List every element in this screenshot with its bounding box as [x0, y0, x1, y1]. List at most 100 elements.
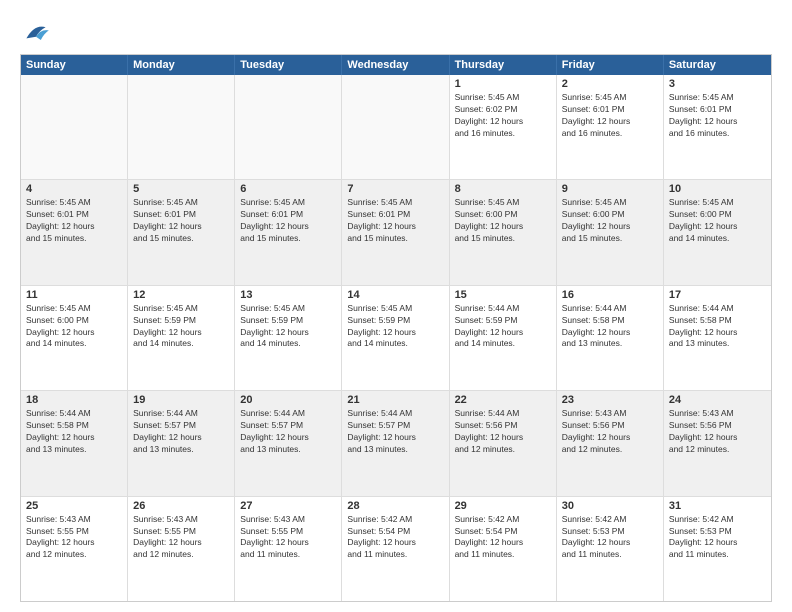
- cell-info: Sunrise: 5:43 AM Sunset: 5:56 PM Dayligh…: [669, 408, 766, 456]
- calendar-cell-r3-c3: 21 Sunrise: 5:44 AM Sunset: 5:57 PM Dayli…: [342, 391, 449, 495]
- cell-info: Sunrise: 5:44 AM Sunset: 5:58 PM Dayligh…: [562, 303, 658, 351]
- cell-info: Sunrise: 5:44 AM Sunset: 5:57 PM Dayligh…: [133, 408, 229, 456]
- cell-info: Sunrise: 5:45 AM Sunset: 6:01 PM Dayligh…: [133, 197, 229, 245]
- header-day-saturday: Saturday: [664, 55, 771, 75]
- day-number: 3: [669, 78, 766, 90]
- day-number: 7: [347, 183, 443, 195]
- calendar-cell-r2-c6: 17Sunrise: 5:44 AM Sunset: 5:58 PM Dayli…: [664, 286, 771, 390]
- cell-info: Sunrise: 5:42 AM Sunset: 5:54 PM Dayligh…: [455, 514, 551, 562]
- cell-info: Sunrise: 5:44 AM Sunset: 5:56 PM Dayligh…: [455, 408, 551, 456]
- calendar-cell-r1-c2: 6 Sunrise: 5:45 AM Sunset: 6:01 PM Daylig…: [235, 180, 342, 284]
- calendar-cell-r4-c3: 28 Sunrise: 5:42 AM Sunset: 5:54 PM Dayli…: [342, 497, 449, 601]
- day-number: 13: [240, 289, 336, 301]
- day-number: 20: [240, 394, 336, 406]
- cell-info: Sunrise: 5:45 AM Sunset: 5:59 PM Dayligh…: [347, 303, 443, 351]
- cell-info: Sunrise: 5:43 AM Sunset: 5:55 PM Dayligh…: [133, 514, 229, 562]
- calendar-cell-r2-c5: 16 Sunrise: 5:44 AM Sunset: 5:58 PM Dayli…: [557, 286, 664, 390]
- cell-info: Sunrise: 5:45 AM Sunset: 6:00 PM Dayligh…: [669, 197, 766, 245]
- calendar-cell-r0-c1: [128, 75, 235, 179]
- calendar-cell-r1-c4: 8 Sunrise: 5:45 AM Sunset: 6:00 PM Daylig…: [450, 180, 557, 284]
- day-number: 16: [562, 289, 658, 301]
- day-number: 29: [455, 500, 551, 512]
- calendar-body: 1 Sunrise: 5:45 AM Sunset: 6:02 PM Daylig…: [21, 75, 771, 601]
- calendar-row-0: 1 Sunrise: 5:45 AM Sunset: 6:02 PM Daylig…: [21, 75, 771, 180]
- calendar-row-4: 25Sunrise: 5:43 AM Sunset: 5:55 PM Dayli…: [21, 497, 771, 601]
- calendar: SundayMondayTuesdayWednesdayThursdayFrid…: [20, 54, 772, 602]
- header-day-thursday: Thursday: [450, 55, 557, 75]
- cell-info: Sunrise: 5:44 AM Sunset: 5:58 PM Dayligh…: [669, 303, 766, 351]
- day-number: 12: [133, 289, 229, 301]
- header: [20, 16, 772, 48]
- calendar-cell-r2-c4: 15Sunrise: 5:44 AM Sunset: 5:59 PM Dayli…: [450, 286, 557, 390]
- calendar-cell-r2-c0: 11 Sunrise: 5:45 AM Sunset: 6:00 PM Dayli…: [21, 286, 128, 390]
- cell-info: Sunrise: 5:45 AM Sunset: 6:01 PM Dayligh…: [240, 197, 336, 245]
- day-number: 4: [26, 183, 122, 195]
- calendar-cell-r2-c2: 13 Sunrise: 5:45 AM Sunset: 5:59 PM Dayli…: [235, 286, 342, 390]
- cell-info: Sunrise: 5:42 AM Sunset: 5:53 PM Dayligh…: [669, 514, 766, 562]
- day-number: 22: [455, 394, 551, 406]
- calendar-cell-r1-c5: 9 Sunrise: 5:45 AM Sunset: 6:00 PM Daylig…: [557, 180, 664, 284]
- calendar-cell-r4-c1: 26 Sunrise: 5:43 AM Sunset: 5:55 PM Dayli…: [128, 497, 235, 601]
- calendar-cell-r3-c2: 20 Sunrise: 5:44 AM Sunset: 5:57 PM Dayli…: [235, 391, 342, 495]
- calendar-cell-r3-c5: 23 Sunrise: 5:43 AM Sunset: 5:56 PM Dayli…: [557, 391, 664, 495]
- calendar-cell-r3-c4: 22 Sunrise: 5:44 AM Sunset: 5:56 PM Dayli…: [450, 391, 557, 495]
- day-number: 9: [562, 183, 658, 195]
- calendar-cell-r4-c5: 30 Sunrise: 5:42 AM Sunset: 5:53 PM Dayli…: [557, 497, 664, 601]
- calendar-cell-r3-c0: 18Sunrise: 5:44 AM Sunset: 5:58 PM Dayli…: [21, 391, 128, 495]
- cell-info: Sunrise: 5:43 AM Sunset: 5:56 PM Dayligh…: [562, 408, 658, 456]
- header-day-friday: Friday: [557, 55, 664, 75]
- header-day-monday: Monday: [128, 55, 235, 75]
- header-day-tuesday: Tuesday: [235, 55, 342, 75]
- day-number: 27: [240, 500, 336, 512]
- day-number: 30: [562, 500, 658, 512]
- day-number: 11: [26, 289, 122, 301]
- day-number: 18: [26, 394, 122, 406]
- calendar-cell-r0-c3: [342, 75, 449, 179]
- calendar-cell-r0-c2: [235, 75, 342, 179]
- day-number: 10: [669, 183, 766, 195]
- calendar-cell-r1-c3: 7 Sunrise: 5:45 AM Sunset: 6:01 PM Daylig…: [342, 180, 449, 284]
- calendar-row-1: 4 Sunrise: 5:45 AM Sunset: 6:01 PM Daylig…: [21, 180, 771, 285]
- calendar-cell-r2-c3: 14Sunrise: 5:45 AM Sunset: 5:59 PM Dayli…: [342, 286, 449, 390]
- calendar-cell-r0-c5: 2Sunrise: 5:45 AM Sunset: 6:01 PM Daylig…: [557, 75, 664, 179]
- cell-info: Sunrise: 5:45 AM Sunset: 6:00 PM Dayligh…: [26, 303, 122, 351]
- day-number: 23: [562, 394, 658, 406]
- calendar-cell-r4-c6: 31Sunrise: 5:42 AM Sunset: 5:53 PM Dayli…: [664, 497, 771, 601]
- cell-info: Sunrise: 5:45 AM Sunset: 6:02 PM Dayligh…: [455, 92, 551, 140]
- logo: [20, 16, 56, 48]
- day-number: 8: [455, 183, 551, 195]
- calendar-cell-r1-c6: 10 Sunrise: 5:45 AM Sunset: 6:00 PM Dayli…: [664, 180, 771, 284]
- cell-info: Sunrise: 5:45 AM Sunset: 6:00 PM Dayligh…: [562, 197, 658, 245]
- day-number: 19: [133, 394, 229, 406]
- day-number: 28: [347, 500, 443, 512]
- cell-info: Sunrise: 5:44 AM Sunset: 5:57 PM Dayligh…: [347, 408, 443, 456]
- calendar-row-3: 18Sunrise: 5:44 AM Sunset: 5:58 PM Dayli…: [21, 391, 771, 496]
- cell-info: Sunrise: 5:44 AM Sunset: 5:57 PM Dayligh…: [240, 408, 336, 456]
- day-number: 6: [240, 183, 336, 195]
- calendar-cell-r0-c0: [21, 75, 128, 179]
- cell-info: Sunrise: 5:45 AM Sunset: 6:01 PM Dayligh…: [26, 197, 122, 245]
- calendar-cell-r0-c6: 3 Sunrise: 5:45 AM Sunset: 6:01 PM Daylig…: [664, 75, 771, 179]
- cell-info: Sunrise: 5:45 AM Sunset: 5:59 PM Dayligh…: [240, 303, 336, 351]
- calendar-cell-r3-c6: 24 Sunrise: 5:43 AM Sunset: 5:56 PM Dayli…: [664, 391, 771, 495]
- cell-info: Sunrise: 5:42 AM Sunset: 5:54 PM Dayligh…: [347, 514, 443, 562]
- header-day-wednesday: Wednesday: [342, 55, 449, 75]
- cell-info: Sunrise: 5:42 AM Sunset: 5:53 PM Dayligh…: [562, 514, 658, 562]
- calendar-cell-r2-c1: 12 Sunrise: 5:45 AM Sunset: 5:59 PM Dayli…: [128, 286, 235, 390]
- cell-info: Sunrise: 5:43 AM Sunset: 5:55 PM Dayligh…: [26, 514, 122, 562]
- calendar-cell-r3-c1: 19 Sunrise: 5:44 AM Sunset: 5:57 PM Dayli…: [128, 391, 235, 495]
- cell-info: Sunrise: 5:45 AM Sunset: 6:01 PM Dayligh…: [347, 197, 443, 245]
- calendar-cell-r1-c0: 4 Sunrise: 5:45 AM Sunset: 6:01 PM Daylig…: [21, 180, 128, 284]
- day-number: 21: [347, 394, 443, 406]
- cell-info: Sunrise: 5:45 AM Sunset: 5:59 PM Dayligh…: [133, 303, 229, 351]
- calendar-cell-r4-c2: 27Sunrise: 5:43 AM Sunset: 5:55 PM Dayli…: [235, 497, 342, 601]
- day-number: 24: [669, 394, 766, 406]
- cell-info: Sunrise: 5:45 AM Sunset: 6:01 PM Dayligh…: [669, 92, 766, 140]
- day-number: 26: [133, 500, 229, 512]
- cell-info: Sunrise: 5:44 AM Sunset: 5:59 PM Dayligh…: [455, 303, 551, 351]
- cell-info: Sunrise: 5:45 AM Sunset: 6:01 PM Dayligh…: [562, 92, 658, 140]
- day-number: 1: [455, 78, 551, 90]
- cell-info: Sunrise: 5:45 AM Sunset: 6:00 PM Dayligh…: [455, 197, 551, 245]
- calendar-row-2: 11 Sunrise: 5:45 AM Sunset: 6:00 PM Dayli…: [21, 286, 771, 391]
- calendar-header: SundayMondayTuesdayWednesdayThursdayFrid…: [21, 55, 771, 75]
